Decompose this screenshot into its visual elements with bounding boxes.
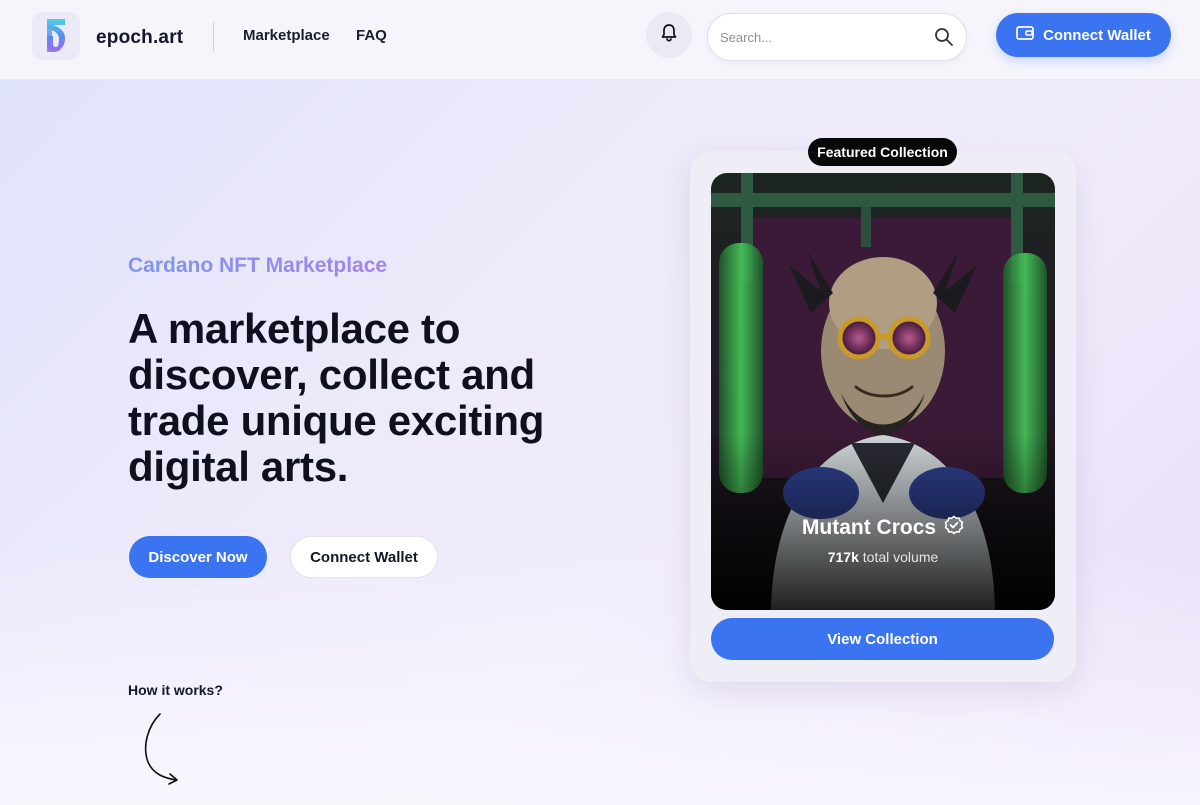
header-divider <box>213 22 214 52</box>
verified-badge-icon <box>944 515 964 541</box>
search-input[interactable] <box>720 14 925 60</box>
mutant-croc-artwork-image <box>711 173 1055 610</box>
search-bar <box>707 13 967 61</box>
connect-wallet-label: Connect Wallet <box>1043 26 1151 44</box>
collection-name[interactable]: Mutant Crocs <box>802 516 936 540</box>
collection-name-row: Mutant Crocs <box>711 515 1055 541</box>
how-it-works-link[interactable]: How it works? <box>128 682 223 698</box>
hero-title: A marketplace to discover, collect and t… <box>128 305 545 490</box>
wallet-icon <box>1016 25 1034 45</box>
nav-marketplace[interactable]: Marketplace <box>243 27 330 44</box>
volume-value: 717k <box>827 549 859 565</box>
epoch-logo-icon[interactable] <box>32 12 80 60</box>
brand-name[interactable]: epoch.art <box>96 27 183 49</box>
featured-badge: Featured Collection <box>808 138 957 166</box>
connect-wallet-button-header[interactable]: Connect Wallet <box>996 13 1171 57</box>
hero-eyebrow: Cardano NFT Marketplace <box>128 254 388 277</box>
curved-arrow-icon <box>144 713 178 785</box>
nav-faq[interactable]: FAQ <box>356 27 387 44</box>
search-icon[interactable] <box>934 27 954 47</box>
notifications-button[interactable] <box>646 12 692 58</box>
collection-artwork[interactable]: Mutant Crocs 717k total volume <box>711 173 1055 610</box>
view-collection-button[interactable]: View Collection <box>711 618 1054 660</box>
volume-suffix: total volume <box>862 549 939 565</box>
collection-volume: 717k total volume <box>711 549 1055 565</box>
top-header: epoch.art Marketplace FAQ Connect Wallet <box>0 0 1200 80</box>
discover-now-button[interactable]: Discover Now <box>129 536 267 578</box>
connect-wallet-button-hero[interactable]: Connect Wallet <box>290 536 438 578</box>
bell-icon <box>660 23 678 47</box>
